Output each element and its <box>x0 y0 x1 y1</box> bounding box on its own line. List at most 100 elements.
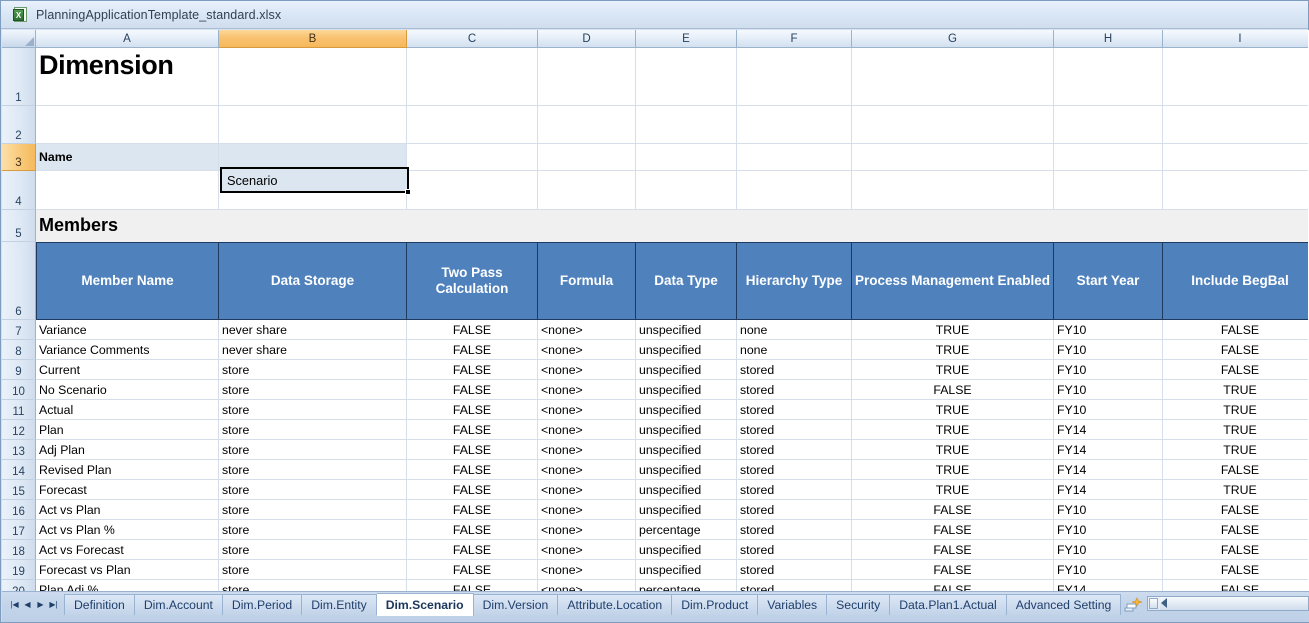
cell-hierarchy-type-row-19[interactable]: stored <box>737 560 852 580</box>
row-header-8[interactable]: 8 <box>2 340 36 360</box>
cell-c1[interactable] <box>407 48 538 106</box>
cell-f2[interactable] <box>737 106 852 144</box>
cell-h1[interactable] <box>1054 48 1163 106</box>
column-header-c[interactable]: C <box>407 30 538 48</box>
cell-two-pass-calculation-row-8[interactable]: FALSE <box>407 340 538 360</box>
cell-g5[interactable] <box>852 210 1054 242</box>
first-sheet-icon[interactable]: |◀ <box>8 596 21 613</box>
column-header-a[interactable]: A <box>36 30 219 48</box>
cell-data-storage-row-10[interactable]: store <box>219 380 407 400</box>
cell-formula-row-11[interactable]: <none> <box>538 400 636 420</box>
cell-i2[interactable] <box>1163 106 1309 144</box>
cell-d2[interactable] <box>538 106 636 144</box>
cell-include-begbal-row-16[interactable]: FALSE <box>1163 500 1309 520</box>
cell-include-begbal-row-15[interactable]: TRUE <box>1163 480 1309 500</box>
select-all-corner[interactable] <box>2 30 36 48</box>
cell-hierarchy-type-row-8[interactable]: none <box>737 340 852 360</box>
sheet-tab-definition[interactable]: Definition <box>64 594 135 615</box>
sheet-tab-dim-account[interactable]: Dim.Account <box>135 594 223 615</box>
column-header-b[interactable]: B <box>219 30 407 48</box>
cell-process-management-enabled-row-8[interactable]: TRUE <box>852 340 1054 360</box>
cell-e5[interactable] <box>636 210 737 242</box>
cell-data-type-row-9[interactable]: unspecified <box>636 360 737 380</box>
cell-data-storage-row-14[interactable]: store <box>219 460 407 480</box>
table-header-data-type[interactable]: Data Type <box>636 242 737 320</box>
cell-include-begbal-row-10[interactable]: TRUE <box>1163 380 1309 400</box>
cell-formula-row-14[interactable]: <none> <box>538 460 636 480</box>
row-header-17[interactable]: 17 <box>2 520 36 540</box>
cell-member-name-row-7[interactable]: Variance <box>36 320 219 340</box>
cell-a2[interactable] <box>36 106 219 144</box>
cell-start-year-row-13[interactable]: FY14 <box>1054 440 1163 460</box>
cell-hierarchy-type-row-16[interactable]: stored <box>737 500 852 520</box>
cell-data-type-row-17[interactable]: percentage <box>636 520 737 540</box>
cell-start-year-row-10[interactable]: FY10 <box>1054 380 1163 400</box>
cell-include-begbal-row-7[interactable]: FALSE <box>1163 320 1309 340</box>
cell-include-begbal-row-14[interactable]: FALSE <box>1163 460 1309 480</box>
cell-h4[interactable] <box>1054 171 1163 210</box>
cell-formula-row-10[interactable]: <none> <box>538 380 636 400</box>
cell-h3[interactable] <box>1054 144 1163 171</box>
table-header-start-year[interactable]: Start Year <box>1054 242 1163 320</box>
cell-two-pass-calculation-row-11[interactable]: FALSE <box>407 400 538 420</box>
cell-hierarchy-type-row-12[interactable]: stored <box>737 420 852 440</box>
cell-start-year-row-12[interactable]: FY14 <box>1054 420 1163 440</box>
sheet-tab-security[interactable]: Security <box>827 594 890 615</box>
cell-member-name-row-18[interactable]: Act vs Forecast <box>36 540 219 560</box>
cell-start-year-row-11[interactable]: FY10 <box>1054 400 1163 420</box>
last-sheet-icon[interactable]: ▶| <box>47 596 60 613</box>
row-header-9[interactable]: 9 <box>2 360 36 380</box>
cell-hierarchy-type-row-9[interactable]: stored <box>737 360 852 380</box>
cell-data-type-row-7[interactable]: unspecified <box>636 320 737 340</box>
row-header-5[interactable]: 5 <box>2 210 36 242</box>
cell-data-type-row-18[interactable]: unspecified <box>636 540 737 560</box>
cell-member-name-row-17[interactable]: Act vs Plan % <box>36 520 219 540</box>
cell-b1[interactable] <box>219 48 407 106</box>
cell-member-name-row-13[interactable]: Adj Plan <box>36 440 219 460</box>
cell-formula-row-16[interactable]: <none> <box>538 500 636 520</box>
sheet-tab-dim-period[interactable]: Dim.Period <box>223 594 302 615</box>
column-header-f[interactable]: F <box>737 30 852 48</box>
cell-data-type-row-8[interactable]: unspecified <box>636 340 737 360</box>
cell-a1-dimension-title[interactable]: Dimension <box>36 48 219 106</box>
cell-include-begbal-row-9[interactable]: FALSE <box>1163 360 1309 380</box>
row-header-16[interactable]: 16 <box>2 500 36 520</box>
cell-start-year-row-16[interactable]: FY10 <box>1054 500 1163 520</box>
sheet-tab-advanced-setting[interactable]: Advanced Setting <box>1007 594 1122 615</box>
cell-process-management-enabled-row-9[interactable]: TRUE <box>852 360 1054 380</box>
row-header-19[interactable]: 19 <box>2 560 36 580</box>
cell-start-year-row-19[interactable]: FY10 <box>1054 560 1163 580</box>
cell-data-type-row-15[interactable]: unspecified <box>636 480 737 500</box>
cell-data-type-row-16[interactable]: unspecified <box>636 500 737 520</box>
cell-member-name-row-10[interactable]: No Scenario <box>36 380 219 400</box>
cell-f4[interactable] <box>737 171 852 210</box>
cell-e4[interactable] <box>636 171 737 210</box>
row-header-11[interactable]: 11 <box>2 400 36 420</box>
cell-two-pass-calculation-row-15[interactable]: FALSE <box>407 480 538 500</box>
column-header-e[interactable]: E <box>636 30 737 48</box>
cell-member-name-row-19[interactable]: Forecast vs Plan <box>36 560 219 580</box>
cell-f5[interactable] <box>737 210 852 242</box>
sheet-tab-data-plan1-actual[interactable]: Data.Plan1.Actual <box>890 594 1007 615</box>
cell-data-type-row-10[interactable]: unspecified <box>636 380 737 400</box>
cell-member-name-row-15[interactable]: Forecast <box>36 480 219 500</box>
cell-include-begbal-row-12[interactable]: TRUE <box>1163 420 1309 440</box>
prev-sheet-icon[interactable]: ◀ <box>21 596 34 613</box>
cell-member-name-row-9[interactable]: Current <box>36 360 219 380</box>
cell-hierarchy-type-row-10[interactable]: stored <box>737 380 852 400</box>
table-header-member-name[interactable]: Member Name <box>36 242 219 320</box>
table-header-hierarchy-type[interactable]: Hierarchy Type <box>737 242 852 320</box>
insert-worksheet-icon[interactable] <box>1121 594 1145 615</box>
cell-process-management-enabled-row-17[interactable]: FALSE <box>852 520 1054 540</box>
cell-hierarchy-type-row-15[interactable]: stored <box>737 480 852 500</box>
cell-c2[interactable] <box>407 106 538 144</box>
cell-process-management-enabled-row-18[interactable]: FALSE <box>852 540 1054 560</box>
cell-data-storage-row-7[interactable]: never share <box>219 320 407 340</box>
cell-two-pass-calculation-row-13[interactable]: FALSE <box>407 440 538 460</box>
cell-hierarchy-type-row-7[interactable]: none <box>737 320 852 340</box>
cell-start-year-row-14[interactable]: FY14 <box>1054 460 1163 480</box>
cell-member-name-row-8[interactable]: Variance Comments <box>36 340 219 360</box>
cell-start-year-row-7[interactable]: FY10 <box>1054 320 1163 340</box>
cell-d4[interactable] <box>538 171 636 210</box>
cell-b5[interactable] <box>219 210 407 242</box>
